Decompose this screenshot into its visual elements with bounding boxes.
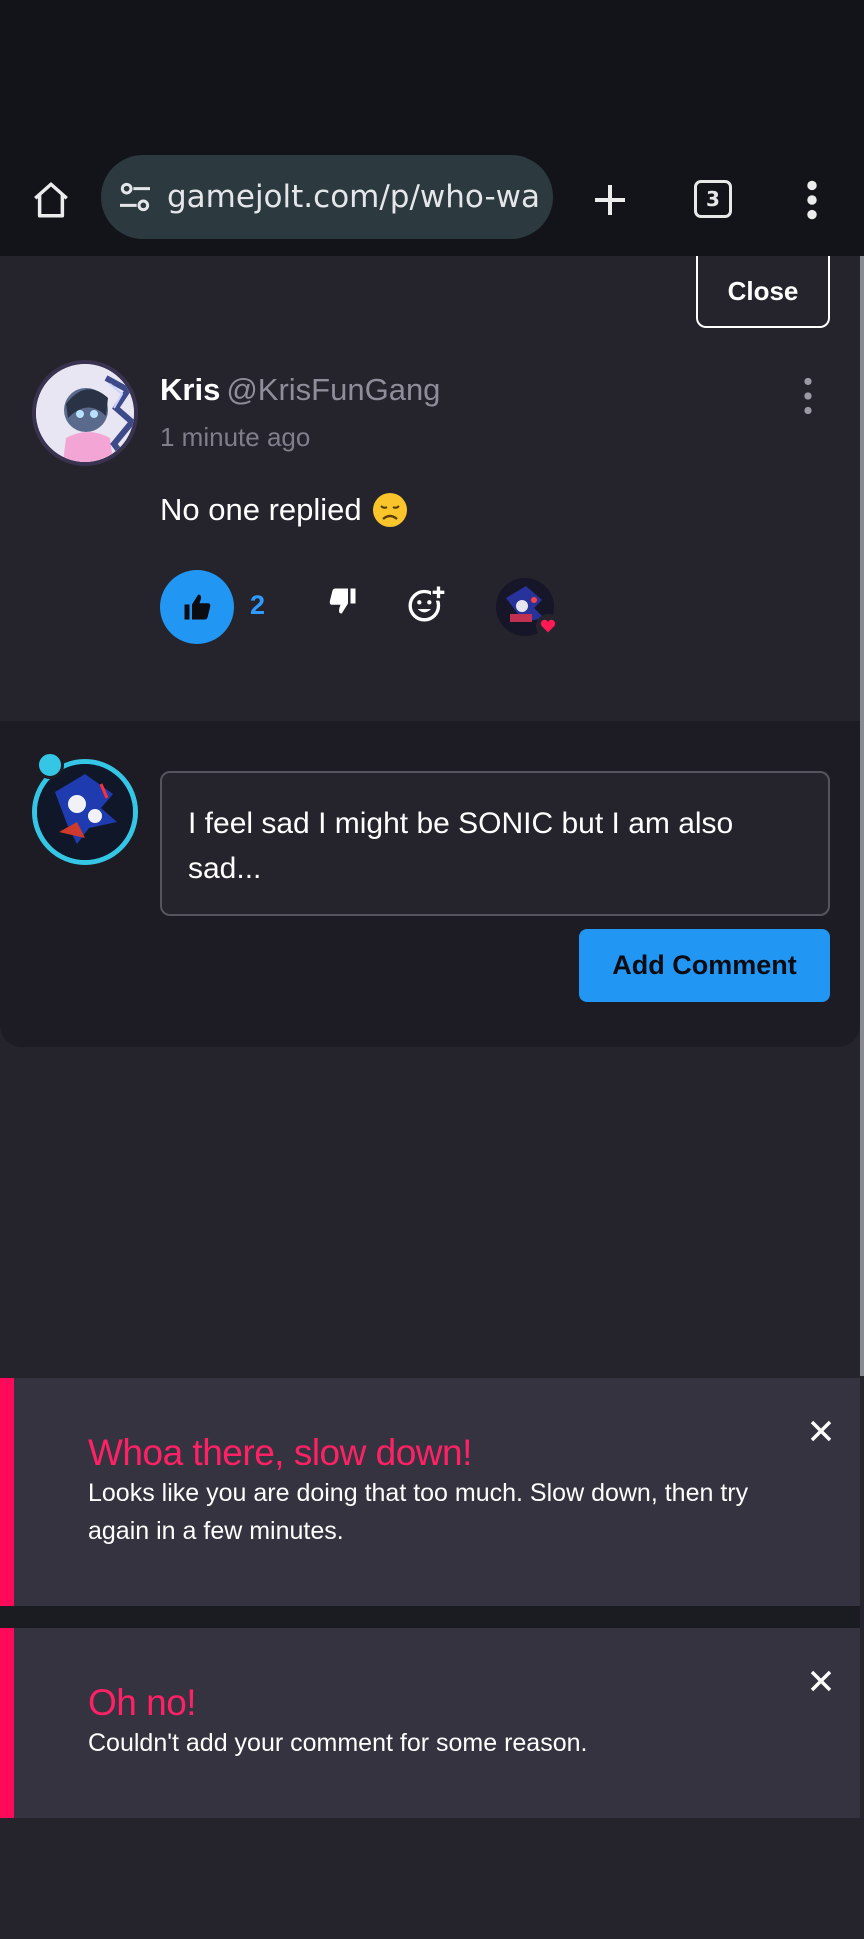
comment-options-button[interactable] — [796, 376, 820, 416]
comment-text: No one replied — [160, 492, 362, 527]
growl-accent-bar — [0, 1378, 14, 1606]
more-vertical-icon — [804, 377, 812, 415]
dislike-button[interactable] — [328, 586, 366, 628]
reply-composer: I feel sad I might be SONIC but I am als… — [0, 721, 860, 1047]
growl-rate-limit: Whoa there, slow down! Looks like you ar… — [0, 1378, 860, 1606]
user-badge-icon — [36, 751, 64, 779]
author-line: Kris @KrisFunGang — [160, 372, 440, 408]
browser-menu-button[interactable] — [792, 172, 832, 228]
like-count[interactable]: 2 — [250, 590, 265, 621]
close-button[interactable]: Close — [696, 256, 830, 328]
home-button[interactable] — [22, 172, 80, 228]
comment-timestamp[interactable]: 1 minute ago — [160, 422, 310, 453]
tab-switcher-button[interactable]: 3 — [690, 176, 736, 222]
address-bar[interactable]: gamejolt.com/p/who-wa — [101, 155, 553, 239]
growl-message: Couldn't add your comment for some reaso… — [88, 1729, 588, 1757]
growl-close-button[interactable] — [806, 1666, 836, 1696]
add-reaction-icon — [408, 585, 446, 622]
add-comment-button[interactable]: Add Comment — [579, 929, 830, 1002]
comment-body: No one replied — [160, 492, 408, 528]
like-button[interactable] — [160, 570, 234, 644]
site-settings-icon[interactable] — [115, 177, 155, 217]
url-text: gamejolt.com/p/who-wa — [167, 179, 540, 215]
more-vertical-icon — [807, 180, 817, 220]
growl-close-button[interactable] — [806, 1416, 836, 1446]
disappointed-face-emoji-icon — [372, 493, 407, 527]
close-icon — [810, 1670, 832, 1692]
avatar-image — [36, 364, 134, 462]
heart-icon — [536, 614, 560, 638]
growl-title: Oh no! — [88, 1682, 197, 1723]
author-name[interactable]: Kris — [160, 372, 220, 407]
home-icon — [34, 182, 68, 218]
author-handle[interactable]: @KrisFunGang — [226, 372, 440, 407]
growl-comment-error: Oh no! Couldn't add your comment for som… — [0, 1628, 860, 1818]
thumbs-down-icon — [329, 588, 356, 614]
growl-title: Whoa there, slow down! — [88, 1432, 472, 1473]
close-icon — [810, 1420, 832, 1442]
new-tab-button[interactable] — [582, 172, 638, 228]
author-avatar[interactable] — [32, 360, 138, 466]
browser-toolbar: gamejolt.com/p/who-wa 3 — [0, 150, 864, 256]
growl-accent-bar — [0, 1628, 14, 1818]
growl-message: Looks like you are doing that too much. … — [88, 1479, 749, 1545]
status-bar-area — [0, 0, 864, 150]
page-scrollbar[interactable] — [860, 256, 864, 1376]
growl-divider — [0, 1606, 860, 1628]
comment-input[interactable]: I feel sad I might be SONIC but I am als… — [160, 771, 830, 916]
add-reaction-button[interactable] — [406, 584, 448, 628]
liked-by-supporter[interactable] — [492, 578, 560, 642]
plus-icon — [595, 185, 625, 215]
tab-count: 3 — [694, 180, 732, 218]
thumbs-up-icon — [184, 594, 211, 620]
